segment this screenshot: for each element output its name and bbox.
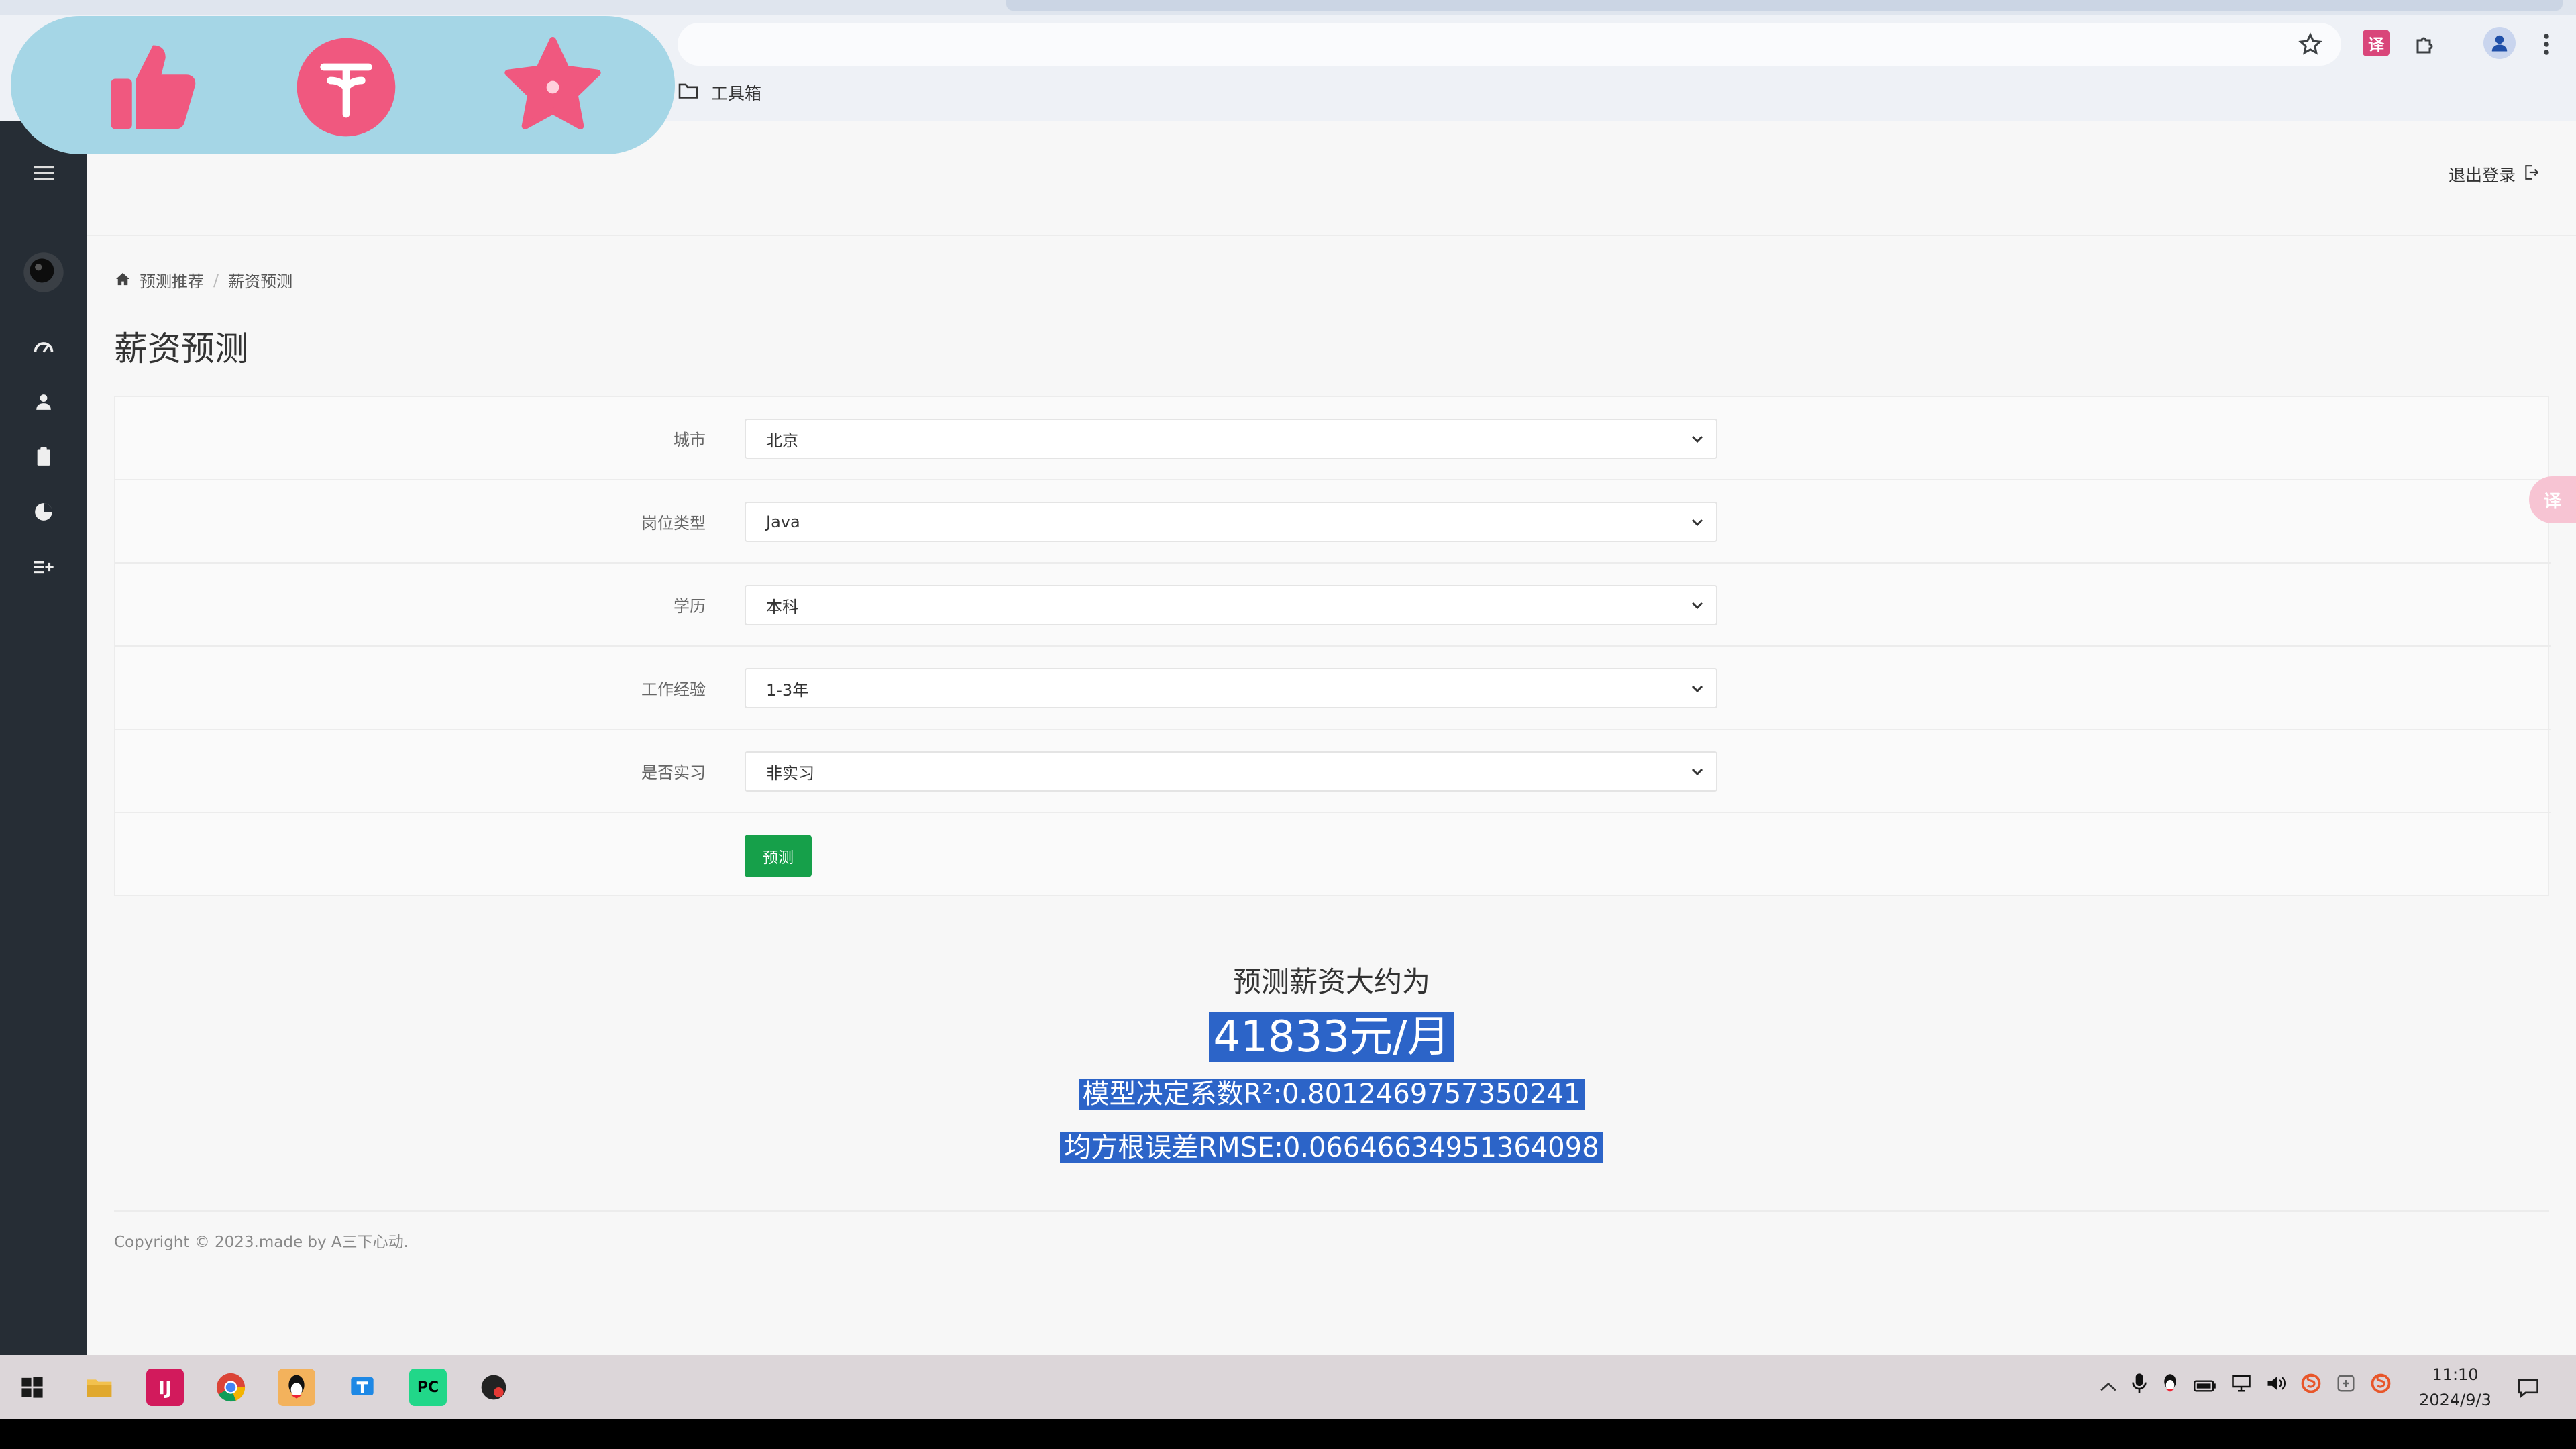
- internship-select[interactable]: 非实习: [745, 751, 1717, 792]
- experience-select[interactable]: 1-3年: [745, 668, 1717, 708]
- clipboard-icon[interactable]: [0, 429, 87, 484]
- city-value: 北京: [766, 431, 798, 450]
- internship-label: 是否实习: [641, 763, 706, 782]
- sogou-input-icon[interactable]: [2301, 1373, 2321, 1399]
- chevron-down-icon: [1691, 685, 1703, 693]
- r2-row: 模型决定系数R²:0.8012469757350241: [87, 1072, 2576, 1111]
- job-type-label: 岗位类型: [641, 514, 706, 533]
- chevron-down-icon: [1691, 435, 1703, 443]
- translate-extension-icon[interactable]: 译: [2363, 30, 2390, 56]
- logout-label: 退出登录: [2448, 166, 2516, 185]
- form-row-experience: 工作经验 1-3年: [115, 647, 2551, 730]
- logout-icon: [2524, 164, 2539, 184]
- chevron-up-icon[interactable]: [2100, 1375, 2117, 1398]
- education-value: 本科: [766, 597, 798, 616]
- bookmark-label: 工具箱: [711, 84, 762, 103]
- clock-date: 2024/9/3: [2419, 1391, 2491, 1409]
- page-title: 薪资预测: [114, 329, 248, 368]
- job-type-select[interactable]: Java: [745, 502, 1717, 542]
- job-type-value: Java: [766, 513, 800, 531]
- breadcrumb-home[interactable]: 预测推荐: [140, 268, 204, 292]
- form-row-internship: 是否实习 非实习: [115, 730, 2551, 813]
- coin-icon[interactable]: [292, 34, 400, 141]
- paint-icon[interactable]: [343, 1368, 381, 1406]
- city-label: 城市: [674, 431, 706, 449]
- active-tab[interactable]: [1006, 0, 2563, 11]
- chrome-icon[interactable]: [212, 1368, 250, 1406]
- windows-start-icon[interactable]: [13, 1368, 51, 1406]
- bookmark-folder[interactable]: 工具箱: [678, 75, 761, 110]
- education-label: 学历: [674, 597, 706, 616]
- form-row-job-type: 岗位类型 Java: [115, 480, 2551, 564]
- result-heading: 预测薪资大约为: [1232, 965, 1430, 998]
- chevron-down-icon: [1691, 519, 1703, 527]
- experience-value: 1-3年: [766, 680, 809, 700]
- breadcrumb-current: 薪资预测: [228, 272, 293, 291]
- input-method-icon[interactable]: [2336, 1373, 2356, 1399]
- education-select[interactable]: 本科: [745, 585, 1717, 625]
- prediction-form: 城市 北京 岗位类型 Java 学历 本科 工作经验 1-3年 是否实习 非实习…: [114, 396, 2551, 896]
- qq-tray-icon[interactable]: [2161, 1373, 2179, 1399]
- address-bar[interactable]: [678, 23, 2341, 66]
- intellij-icon[interactable]: IJ: [146, 1368, 184, 1406]
- sidebar: [0, 121, 87, 1355]
- avatar[interactable]: [0, 225, 87, 319]
- file-explorer-icon[interactable]: [80, 1368, 118, 1406]
- chevron-down-icon: [1691, 768, 1703, 776]
- star-icon[interactable]: [2292, 25, 2329, 63]
- copyright: Copyright © 2023.made by A三下心动.: [114, 1234, 409, 1251]
- list-add-icon[interactable]: [0, 539, 87, 594]
- predicted-salary: 41833元/月: [1209, 1012, 1454, 1062]
- volume-icon[interactable]: [2266, 1374, 2286, 1398]
- predict-button[interactable]: 预测: [745, 835, 812, 877]
- notification-icon[interactable]: [2512, 1371, 2545, 1405]
- pie-chart-icon[interactable]: [0, 484, 87, 539]
- internship-value: 非实习: [766, 763, 814, 783]
- folder-icon: [678, 82, 699, 103]
- network-icon[interactable]: [2231, 1374, 2251, 1398]
- chevron-down-icon: [1691, 602, 1703, 610]
- floating-action-bar: [11, 16, 675, 154]
- screen-bottom-edge: [0, 1419, 2576, 1449]
- user-icon[interactable]: [0, 374, 87, 429]
- breadcrumb-separator: /: [213, 270, 219, 290]
- main-content: 退出登录 预测推荐 / 薪资预测 薪资预测 城市 北京 岗位类型 Java 学历…: [87, 121, 2576, 1355]
- tab-strip: [0, 0, 2576, 15]
- battery-icon[interactable]: [2194, 1375, 2216, 1398]
- form-row-city: 城市 北京: [115, 397, 2551, 480]
- sogou-s-icon[interactable]: [2371, 1373, 2391, 1399]
- form-row-education: 学历 本科: [115, 564, 2551, 647]
- r2-score: 模型决定系数R²:0.8012469757350241: [1078, 1079, 1585, 1110]
- puzzle-icon[interactable]: [2407, 25, 2445, 63]
- footer-divider: [114, 1210, 2549, 1212]
- logout-button[interactable]: 退出登录: [2448, 162, 2539, 186]
- profile-icon[interactable]: [2483, 27, 2516, 59]
- pycharm-icon[interactable]: PC: [409, 1368, 447, 1406]
- dashboard-icon[interactable]: [0, 319, 87, 374]
- microphone-icon[interactable]: [2132, 1373, 2147, 1399]
- taskbar: IJ PC 11:10 2024/9/3: [0, 1355, 2576, 1419]
- city-select[interactable]: 北京: [745, 419, 1717, 459]
- recorder-icon[interactable]: [475, 1368, 513, 1406]
- clock-time: 11:10: [2432, 1365, 2479, 1384]
- thumbs-up-icon[interactable]: [99, 34, 207, 141]
- rmse-row: 均方根误差RMSE:0.06646634951364098: [87, 1126, 2576, 1165]
- breadcrumb: 预测推荐 / 薪资预测: [115, 268, 292, 292]
- rmse-score: 均方根误差RMSE:0.06646634951364098: [1060, 1132, 1603, 1163]
- star-icon[interactable]: [499, 34, 606, 141]
- salary-row: 41833元/月: [87, 1002, 2576, 1064]
- experience-label: 工作经验: [641, 680, 706, 699]
- clock[interactable]: 11:10 2024/9/3: [2402, 1362, 2509, 1413]
- system-tray: [2100, 1373, 2391, 1399]
- qq-icon[interactable]: [278, 1368, 315, 1406]
- translate-float-icon[interactable]: 译: [2529, 476, 2576, 523]
- home-icon[interactable]: [115, 271, 130, 290]
- more-vert-icon[interactable]: [2528, 25, 2565, 63]
